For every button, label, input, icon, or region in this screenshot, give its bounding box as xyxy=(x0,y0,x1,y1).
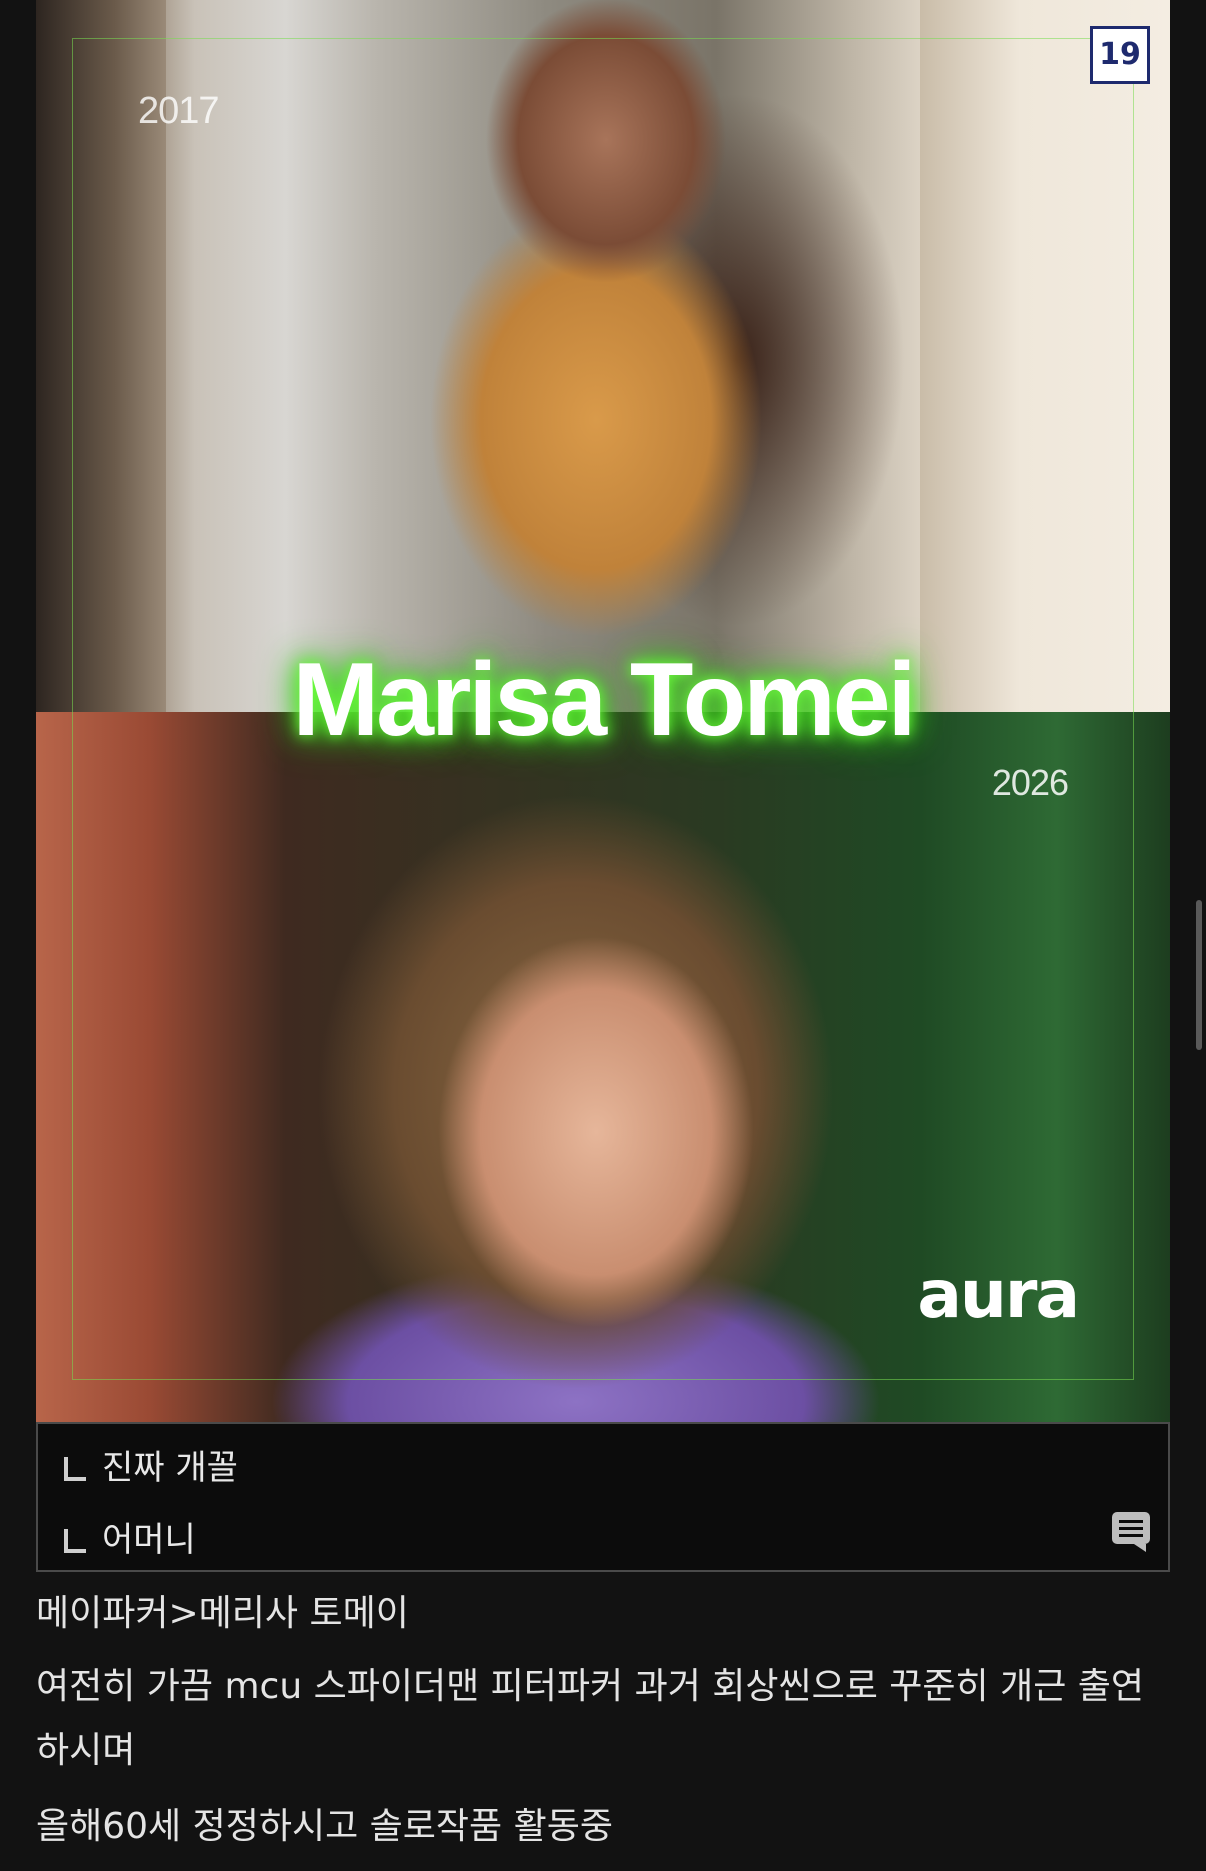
comment-text: 어머니 xyxy=(102,1520,196,1560)
door-frame-right xyxy=(920,0,1170,712)
reply-arrow-icon xyxy=(64,1529,86,1553)
scrollbar-thumb[interactable] xyxy=(1196,900,1202,1050)
reply-arrow-icon xyxy=(64,1457,86,1481)
comment-item[interactable]: 진짜 개꼴 xyxy=(64,1440,238,1489)
comment-preview-box[interactable]: 진짜 개꼴 어머니 xyxy=(36,1422,1170,1572)
post-text-line: 올해60세 정정하시고 솔로작품 활동중 xyxy=(36,1806,613,1847)
comment-item[interactable]: 어머니 xyxy=(64,1512,196,1561)
year-label-top: 2017 xyxy=(138,90,220,132)
image-title: Marisa Tomei xyxy=(292,642,917,758)
post-text-line: 메이파커>메리사 토메이 xyxy=(36,1593,409,1634)
age-rating-badge: 19 xyxy=(1090,26,1150,84)
comment-icon[interactable] xyxy=(1110,1510,1152,1554)
post-image[interactable]: 19 2017 2026 Marisa Tomei aura xyxy=(36,0,1170,1422)
brand-logo: aura xyxy=(917,1256,1080,1333)
post-text-line: 여전히 가끔 mcu 스파이더맨 피터파커 과거 회상씬으로 꾸준히 개근 출연… xyxy=(36,1666,1145,1771)
comment-text: 진짜 개꼴 xyxy=(102,1448,238,1488)
year-label-bottom: 2026 xyxy=(991,762,1069,803)
